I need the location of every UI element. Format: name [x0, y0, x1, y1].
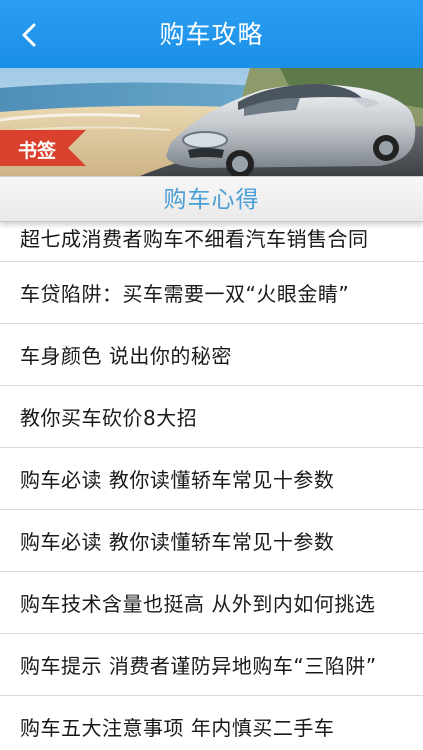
- list-item[interactable]: 购车技术含量也挺高 从外到内如何挑选: [0, 572, 423, 634]
- bookmark-label: 书签: [18, 140, 57, 162]
- article-title: 购车技术含量也挺高 从外到内如何挑选: [20, 592, 376, 616]
- article-title: 购车五大注意事项 年内慎买二手车: [20, 716, 335, 740]
- list-item[interactable]: 车身颜色 说出你的秘密: [0, 324, 423, 386]
- article-title: 购车必读 教你读懂轿车常见十参数: [20, 468, 335, 492]
- list-item[interactable]: 购车必读 教你读懂轿车常见十参数: [0, 510, 423, 572]
- bookmark-tag[interactable]: 书签: [0, 130, 86, 166]
- article-title: 教你买车砍价8大招: [20, 406, 198, 430]
- article-title: 车贷陷阱：买车需要一双“火眼金睛”: [20, 282, 350, 306]
- section-title: 购车心得: [163, 187, 260, 213]
- article-title: 超七成消费者购车不细看汽车销售合同: [20, 227, 369, 251]
- list-item[interactable]: 车贷陷阱：买车需要一双“火眼金睛”: [0, 262, 423, 324]
- top-nav-bar: 购车攻略: [0, 0, 423, 68]
- article-title: 车身颜色 说出你的秘密: [20, 344, 232, 368]
- page-title: 购车攻略: [159, 20, 264, 49]
- article-title: 购车必读 教你读懂轿车常见十参数: [20, 530, 335, 554]
- article-list[interactable]: 超七成消费者购车不细看汽车销售合同 车贷陷阱：买车需要一双“火眼金睛” 车身颜色…: [0, 200, 423, 750]
- article-title: 购车提示 消费者谨防异地购车“三陷阱”: [20, 654, 377, 678]
- list-item[interactable]: 购车五大注意事项 年内慎买二手车: [0, 696, 423, 750]
- list-item[interactable]: 教你买车砍价8大招: [0, 386, 423, 448]
- list-item[interactable]: 购车提示 消费者谨防异地购车“三陷阱”: [0, 634, 423, 696]
- list-item[interactable]: 购车必读 教你读懂轿车常见十参数: [0, 448, 423, 510]
- section-header: 购车心得: [0, 176, 423, 222]
- banner-image[interactable]: 书签: [0, 68, 423, 176]
